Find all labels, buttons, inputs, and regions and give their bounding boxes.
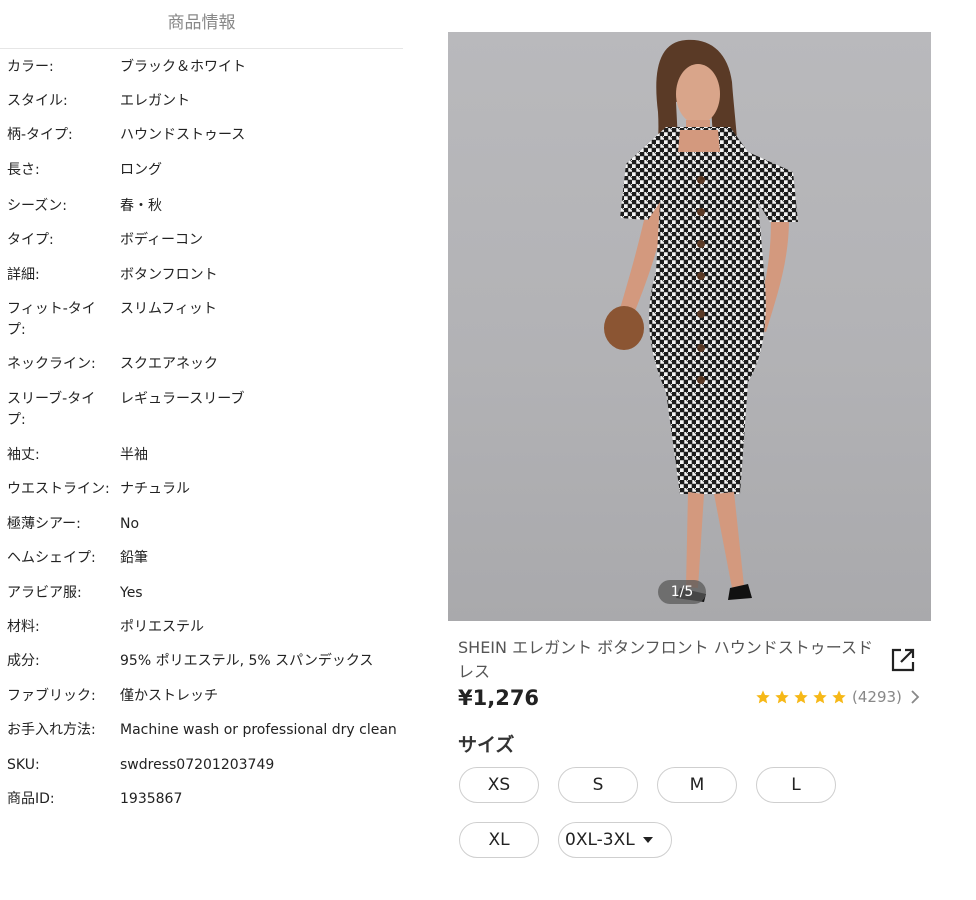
size-dropdown[interactable]: 0XL-3XL xyxy=(558,822,672,858)
size-chip-xs[interactable]: XS xyxy=(459,767,539,803)
attr-key: ファブリック: xyxy=(7,688,96,704)
attr-value: ナチュラル xyxy=(120,481,190,497)
size-chip-s[interactable]: S xyxy=(558,767,638,803)
attr-key: 長さ: xyxy=(7,162,40,178)
attr-key: SKU: xyxy=(7,757,40,773)
share-button[interactable] xyxy=(889,646,917,674)
attr-value: 僅かストレッチ xyxy=(120,688,218,704)
product-title: SHEIN エレガント ボタンフロント ハウンドストゥースドレス xyxy=(458,638,873,681)
share-icon xyxy=(891,648,915,672)
product-image[interactable]: 1/5 xyxy=(448,32,931,621)
attr-key: アラビア服: xyxy=(7,585,82,601)
attr-key: タイプ: xyxy=(7,232,54,248)
attr-key: 商品ID: xyxy=(7,791,55,807)
attr-value: swdress07201203749 xyxy=(120,757,275,773)
attr-key: 成分: xyxy=(7,653,40,669)
attr-key: ヘムシェイプ: xyxy=(7,550,96,566)
attr-key: シーズン: xyxy=(7,198,68,214)
attr-key: 詳細: xyxy=(7,267,40,283)
star-icon xyxy=(756,690,770,704)
attr-key: スリーブ-タイ プ: xyxy=(7,389,115,431)
attr-value: エレガント xyxy=(120,93,190,109)
attr-key-line2: プ: xyxy=(7,322,26,338)
size-label: サイズ xyxy=(458,734,515,756)
attr-value: ブラック＆ホワイト xyxy=(120,59,246,75)
product-photo-illustration xyxy=(604,39,798,602)
product-price: ¥1,276 xyxy=(458,686,540,710)
attr-value: ボタンフロント xyxy=(120,267,218,283)
attr-value: スリムフィット xyxy=(120,301,217,317)
image-counter: 1/5 xyxy=(658,580,706,604)
chevron-right-icon[interactable] xyxy=(910,690,920,704)
caret-down-icon xyxy=(642,837,653,843)
star-icon xyxy=(794,690,808,704)
attr-key-line1: フィット-タイ xyxy=(7,301,96,317)
attr-value: 鉛筆 xyxy=(120,550,148,566)
attr-value: 1935867 xyxy=(120,791,183,807)
star-icon xyxy=(775,690,789,704)
attr-key: ウエストライン: xyxy=(7,481,110,497)
rating[interactable]: (4293) xyxy=(755,688,920,706)
size-dropdown-label: 0XL-3XL xyxy=(565,830,635,850)
attr-key: スタイル: xyxy=(7,93,68,109)
attr-value: ハウンドストゥース xyxy=(120,127,246,143)
attr-value: ボディーコン xyxy=(120,232,204,248)
size-chip-l[interactable]: L xyxy=(756,767,836,803)
attr-value: 春・秋 xyxy=(120,198,162,214)
size-chip-m[interactable]: M xyxy=(657,767,737,803)
attr-key-line2: プ: xyxy=(7,412,26,428)
attr-value: ポリエステル xyxy=(120,619,204,635)
attr-key-line1: スリーブ-タイ xyxy=(7,391,96,407)
attr-key: 材料: xyxy=(7,619,40,635)
attr-key: 柄-タイプ: xyxy=(7,127,73,143)
size-chip-xl[interactable]: XL xyxy=(459,822,539,858)
star-icon xyxy=(832,690,846,704)
attr-key: 袖丈: xyxy=(7,447,40,463)
attr-value: 95% ポリエステル, 5% スパンデックス xyxy=(120,653,374,669)
attr-value: ロング xyxy=(120,162,162,178)
attr-key: フィット-タイ プ: xyxy=(7,299,115,341)
attr-key: ネックライン: xyxy=(7,356,96,372)
attr-key: 極薄シアー: xyxy=(7,516,81,532)
product-info-panel: 商品情報 xyxy=(0,0,403,49)
attr-value: レギュラースリーブ xyxy=(120,391,245,407)
attr-value: 半袖 xyxy=(120,447,148,463)
attr-value: Machine wash or professional dry clean xyxy=(120,722,397,738)
product-info-title: 商品情報 xyxy=(0,0,403,49)
attr-value: スクエアネック xyxy=(120,356,218,372)
star-icon xyxy=(813,690,827,704)
rating-count: (4293) xyxy=(852,688,902,706)
attr-value: Yes xyxy=(120,585,143,601)
attr-value: No xyxy=(120,516,140,532)
attr-key: カラー: xyxy=(7,59,54,75)
attr-key: お手入れ方法: xyxy=(7,722,96,738)
